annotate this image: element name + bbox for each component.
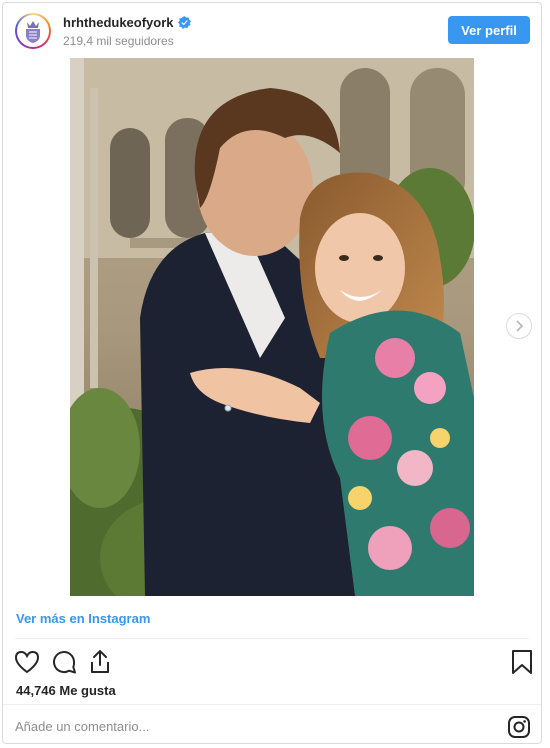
comment-icon[interactable] — [50, 648, 78, 676]
next-slide-button[interactable] — [506, 313, 532, 339]
post-header: hrhthedukeofyork 219,4 mil seguidores Ve… — [3, 3, 541, 59]
followers-count: 219,4 mil seguidores — [63, 34, 174, 48]
heart-icon[interactable] — [13, 648, 41, 676]
comment-input[interactable] — [15, 715, 455, 737]
view-profile-button[interactable]: Ver perfil — [448, 16, 530, 44]
divider — [3, 704, 541, 705]
view-more-instagram-link[interactable]: Ver más en Instagram — [16, 611, 150, 626]
account-info: hrhthedukeofyork 219,4 mil seguidores — [63, 15, 191, 48]
instagram-embed-card: hrhthedukeofyork 219,4 mil seguidores Ve… — [2, 2, 542, 744]
instagram-logo-icon[interactable] — [507, 715, 531, 739]
royal-crest-icon — [17, 15, 49, 47]
verified-badge-icon — [177, 16, 191, 29]
share-icon[interactable] — [86, 648, 114, 676]
post-image[interactable] — [70, 58, 474, 596]
action-bar — [13, 648, 532, 678]
username-row: hrhthedukeofyork — [63, 15, 191, 30]
likes-count: 44,746 Me gusta — [16, 683, 116, 698]
avatar[interactable] — [15, 13, 51, 49]
divider — [15, 638, 529, 639]
username[interactable]: hrhthedukeofyork — [63, 15, 174, 30]
bookmark-icon[interactable] — [508, 648, 536, 676]
chevron-right-icon — [516, 320, 524, 332]
